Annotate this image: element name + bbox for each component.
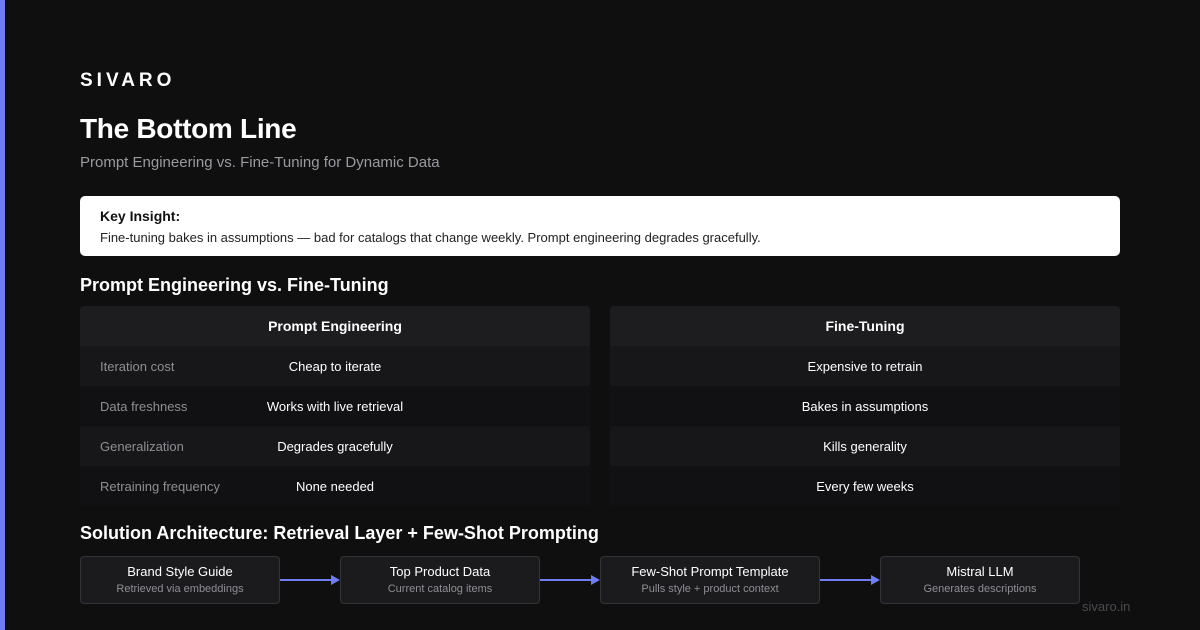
footer-url: sivaro.in — [1082, 599, 1131, 614]
fine-tuning-table: Fine-Tuning Expensive to retrain Bakes i… — [610, 306, 1120, 506]
architecture-section-title: Solution Architecture: Retrieval Layer +… — [80, 523, 599, 543]
arrow-right-icon — [820, 575, 880, 585]
flow-step-title: Few-Shot Prompt Template — [631, 564, 789, 579]
flow-step-subtitle: Current catalog items — [387, 583, 493, 595]
flow-step-title: Top Product Data — [389, 564, 491, 579]
flow-step-mistral-llm: Mistral LLM Generates descriptions — [880, 556, 1080, 604]
table-cell: Kills generality — [823, 438, 907, 454]
table-cell: Bakes in assumptions — [801, 398, 929, 414]
table-cell: Expensive to retrain — [807, 358, 923, 374]
table-row: Retraining frequency None needed — [80, 466, 590, 506]
flow-step-few-shot-template: Few-Shot Prompt Template Pulls style + p… — [600, 556, 820, 604]
accent-bar — [0, 0, 5, 630]
table-cell: Every few weeks — [816, 478, 914, 494]
brand-logo: SIVARO — [80, 70, 176, 91]
flow-step-brand-style-guide: Brand Style Guide Retrieved via embeddin… — [80, 556, 280, 604]
table-row: Bakes in assumptions — [610, 386, 1120, 426]
flow-step-subtitle: Pulls style + product context — [641, 583, 779, 595]
table-row: Kills generality — [610, 426, 1120, 466]
table-cell: Degrades gracefully — [277, 438, 393, 454]
comparison-section-title: Prompt Engineering vs. Fine-Tuning — [80, 275, 389, 295]
table-cell: Works with live retrieval — [266, 398, 404, 414]
page-title: The Bottom Line — [80, 113, 297, 144]
flow-step-top-product-data: Top Product Data Current catalog items — [340, 556, 540, 604]
insight-label: Key Insight: — [100, 208, 181, 224]
table-row: Data freshness Works with live retrieval — [80, 386, 590, 426]
table-cell: None needed — [295, 478, 375, 494]
table-cell: Cheap to iterate — [288, 358, 382, 374]
prompt-engineering-table: Prompt Engineering Iteration cost Cheap … — [80, 306, 590, 506]
flow-step-subtitle: Generates descriptions — [923, 583, 1037, 595]
flow-step-title: Mistral LLM — [946, 564, 1014, 579]
table-row: Iteration cost Cheap to iterate — [80, 346, 590, 386]
table-row: Every few weeks — [610, 466, 1120, 506]
prompt-engineering-header-label: Prompt Engineering — [268, 318, 402, 334]
arrow-right-icon — [280, 575, 340, 585]
insight-text: Fine-tuning bakes in assumptions — bad f… — [100, 230, 761, 245]
flow-step-subtitle: Retrieved via embeddings — [116, 583, 244, 595]
prompt-engineering-header: Prompt Engineering — [80, 306, 590, 346]
page-subtitle: Prompt Engineering vs. Fine-Tuning for D… — [80, 154, 440, 171]
fine-tuning-header: Fine-Tuning — [610, 306, 1120, 346]
flow-step-title: Brand Style Guide — [127, 564, 233, 579]
table-row: Generalization Degrades gracefully — [80, 426, 590, 466]
table-row: Expensive to retrain — [610, 346, 1120, 386]
arrow-right-icon — [540, 575, 600, 585]
key-insight-card: Key Insight: Fine-tuning bakes in assump… — [80, 196, 1120, 256]
